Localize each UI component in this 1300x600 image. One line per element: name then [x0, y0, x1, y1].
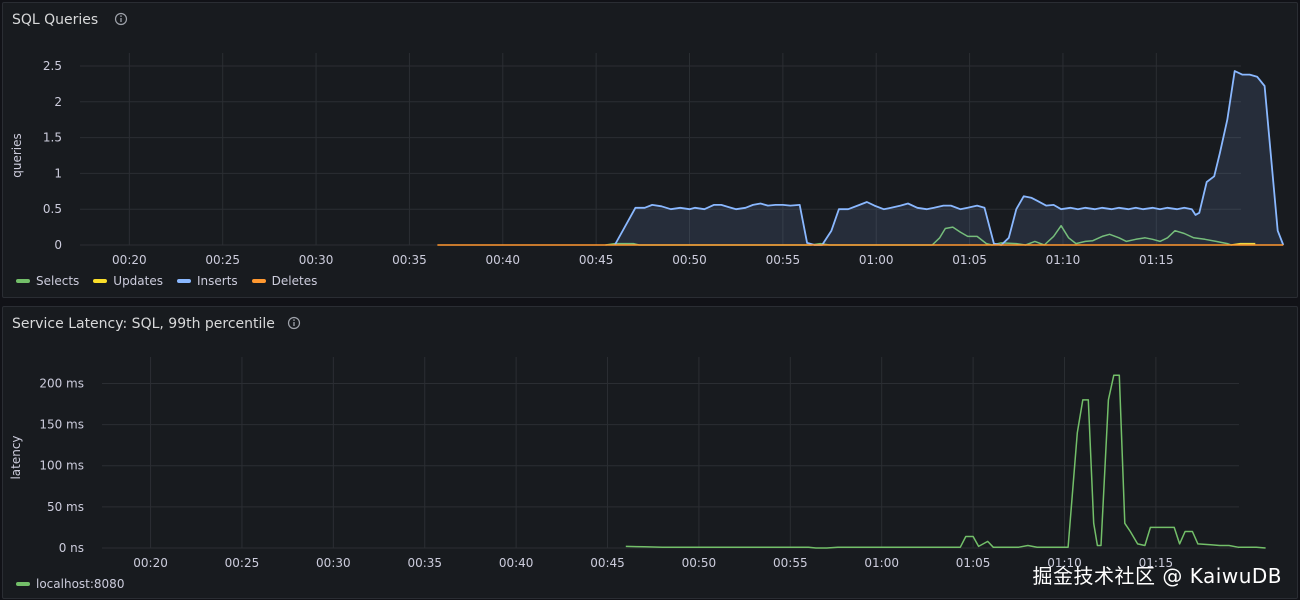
x-tick-label: 00:35	[392, 253, 427, 267]
legend-item-localhost[interactable]: localhost:8080	[16, 577, 124, 591]
x-tick-label: 00:20	[112, 253, 147, 267]
x-tick-label: 00:50	[682, 556, 717, 570]
service-latency-chart: 00:20 00:25 00:30 00:35 00:40 00:45 00:50 00:55…	[3, 307, 1299, 600]
x-tick-label: 01:00	[864, 556, 899, 570]
x-tick-label: 00:25	[225, 556, 260, 570]
y-tick-label: 0	[54, 238, 62, 252]
legend-label: Inserts	[197, 274, 238, 288]
x-tick-label: 00:35	[407, 556, 442, 570]
y-tick-label: 100 ms	[39, 459, 84, 473]
legend-item-deletes[interactable]: Deletes	[252, 274, 318, 288]
x-tick-label: 01:15	[1139, 253, 1174, 267]
legend-item-inserts[interactable]: Inserts	[177, 274, 238, 288]
legend-swatch	[177, 279, 191, 283]
y-tick-label: 0 ns	[59, 541, 84, 555]
legend: localhost:8080	[16, 577, 124, 591]
y-tick-label: 1	[54, 166, 62, 180]
x-tick-label: 00:25	[205, 253, 240, 267]
legend-label: Updates	[113, 274, 163, 288]
legend-swatch	[16, 582, 30, 586]
x-tick-label: 00:40	[485, 253, 520, 267]
x-tick-label: 00:55	[766, 253, 801, 267]
x-tick-label: 00:45	[590, 556, 625, 570]
x-tick-label: 01:10	[1046, 253, 1081, 267]
legend-label: localhost:8080	[36, 577, 124, 591]
legend-swatch	[252, 279, 266, 283]
y-tick-label: 150 ms	[39, 418, 84, 432]
y-axis-label: queries	[10, 133, 24, 178]
legend-item-updates[interactable]: Updates	[93, 274, 163, 288]
series-line	[626, 375, 1266, 548]
legend-swatch	[16, 279, 30, 283]
legend: Selects Updates Inserts Deletes	[16, 274, 317, 288]
sql-queries-panel: SQL Queries 00:2000:2500:3000:3500:4000:…	[2, 2, 1298, 298]
x-tick-label: 01:05	[952, 253, 987, 267]
y-tick-label: 1.5	[43, 131, 62, 145]
x-tick-label: 00:45	[579, 253, 614, 267]
y-tick-label: 2	[54, 95, 62, 109]
y-tick-label: 50 ms	[47, 500, 84, 514]
x-tick-label: 00:30	[316, 556, 351, 570]
y-axis-label: latency	[9, 435, 23, 479]
y-tick-label: 2.5	[43, 59, 62, 73]
legend-label: Selects	[36, 274, 79, 288]
x-tick-label: 00:50	[672, 253, 707, 267]
legend-swatch	[93, 279, 107, 283]
legend-label: Deletes	[272, 274, 318, 288]
series-area	[615, 71, 1284, 245]
y-tick-label: 200 ms	[39, 376, 84, 390]
service-latency-panel: Service Latency: SQL, 99th percentile 00…	[2, 306, 1298, 599]
legend-item-selects[interactable]: Selects	[16, 274, 79, 288]
x-tick-label: 01:05	[956, 556, 991, 570]
x-tick-label: 00:40	[499, 556, 534, 570]
x-tick-label: 00:55	[773, 556, 808, 570]
x-tick-label: 00:20	[133, 556, 168, 570]
watermark: 掘金技术社区 @ KaiwuDB	[1033, 560, 1282, 589]
sql-queries-chart: 00:20 00:25 00:30 00:35 00:40 00:45 00:50 00:55…	[3, 3, 1299, 299]
x-tick-label: 00:30	[299, 253, 334, 267]
y-tick-label: 0.5	[43, 202, 62, 216]
x-tick-label: 01:00	[859, 253, 894, 267]
